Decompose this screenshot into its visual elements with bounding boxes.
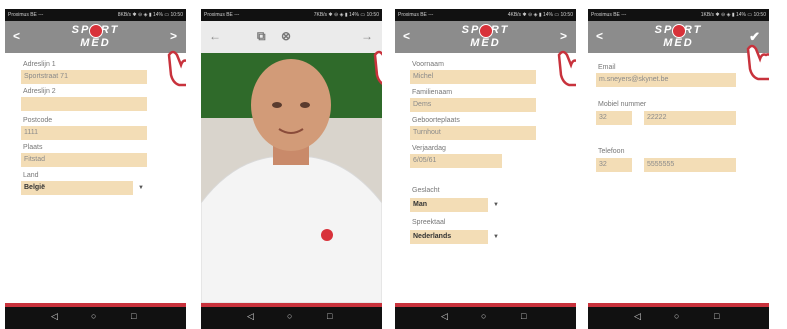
status-icons: 8KB/s ✱ ⊖ ◈ ▮ 14% ▭ 10:50 bbox=[117, 12, 183, 18]
status-bar: Proximus BE --- 7KB/s ✱ ⊖ ◈ ▮ 14% ▭ 10:5… bbox=[201, 9, 382, 21]
email-field[interactable]: m.sneyers@skynet.be bbox=[596, 73, 736, 87]
home-nav-icon[interactable]: ○ bbox=[674, 311, 679, 321]
carrier-text: Proximus BE --- bbox=[204, 12, 240, 18]
sportmed-logo: SPORT MED bbox=[647, 24, 711, 50]
caret-down-icon[interactable]: ▼ bbox=[493, 234, 499, 240]
recents-nav-icon[interactable]: □ bbox=[131, 311, 136, 321]
android-nav-bar: ◁ ○ □ bbox=[5, 307, 186, 329]
status-icons: 7KB/s ✱ ⊖ ◈ ▮ 14% ▭ 10:50 bbox=[313, 12, 379, 18]
last-name-field[interactable]: Dems bbox=[410, 98, 536, 112]
phone-screen-photo: Proximus BE --- 7KB/s ✱ ⊖ ◈ ▮ 14% ▭ 10:5… bbox=[201, 9, 382, 329]
last-name-label: Familienaam bbox=[412, 89, 453, 96]
app-bar: < SPORT MED > bbox=[5, 21, 186, 53]
gender-select[interactable]: Man bbox=[410, 198, 488, 212]
pointing-hand-icon bbox=[167, 50, 186, 87]
status-bar: Proximus BE --- 4KB/s ✱ ⊖ ◈ ▮ 14% ▭ 10:5… bbox=[395, 9, 576, 21]
carrier-text: Proximus BE --- bbox=[8, 12, 44, 18]
status-icons: 4KB/s ✱ ⊖ ◈ ▮ 14% ▭ 10:50 bbox=[507, 12, 573, 18]
language-label: Spreektaal bbox=[412, 219, 446, 226]
logo-badge bbox=[88, 24, 103, 38]
birthplace-label: Geboorteplaats bbox=[412, 117, 460, 124]
email-label: Email bbox=[598, 64, 616, 71]
phone-number-field[interactable]: 5555555 bbox=[644, 158, 736, 172]
home-nav-icon[interactable]: ○ bbox=[287, 311, 292, 321]
home-nav-icon[interactable]: ○ bbox=[91, 311, 96, 321]
first-name-label: Voornaam bbox=[412, 61, 444, 68]
birthplace-field[interactable]: Turnhout bbox=[410, 126, 536, 140]
chevron-left-icon[interactable]: < bbox=[403, 29, 410, 43]
address-line1-label: Adreslijn 1 bbox=[23, 61, 56, 68]
chevron-right-icon[interactable]: > bbox=[560, 29, 567, 43]
phone-screen-address: Proximus BE --- 8KB/s ✱ ⊖ ◈ ▮ 14% ▭ 10:5… bbox=[5, 9, 186, 329]
mobile-number-field[interactable]: 22222 bbox=[644, 111, 736, 125]
pointing-hand-icon bbox=[746, 44, 769, 81]
personal-form: Voornaam Michel Familienaam Dems Geboort… bbox=[395, 53, 576, 303]
city-field[interactable]: Fitstad bbox=[21, 153, 147, 167]
recents-nav-icon[interactable]: □ bbox=[327, 311, 332, 321]
carrier-text: Proximus BE --- bbox=[591, 12, 627, 18]
city-label: Plaats bbox=[23, 144, 43, 151]
chevron-right-icon[interactable]: > bbox=[170, 29, 177, 43]
arrow-left-icon[interactable]: ← bbox=[209, 29, 221, 43]
phone-prefix-field[interactable]: 32 bbox=[596, 158, 632, 172]
country-select[interactable]: België bbox=[21, 181, 133, 195]
back-nav-icon[interactable]: ◁ bbox=[441, 311, 448, 322]
birthday-field[interactable]: 6/05/61 bbox=[410, 154, 502, 168]
pointing-hand-icon bbox=[557, 50, 576, 87]
postcode-field[interactable]: 1111 bbox=[21, 126, 147, 140]
photo-toolbar: ← ⧉ ⊗ → bbox=[201, 21, 382, 53]
chevron-left-icon[interactable]: < bbox=[13, 29, 20, 43]
mobile-label: Mobiel nummer bbox=[598, 101, 647, 108]
profile-photo[interactable] bbox=[201, 53, 382, 303]
logo-badge bbox=[671, 24, 686, 38]
language-select[interactable]: Nederlands bbox=[410, 230, 488, 244]
phone-screen-contact: Proximus BE --- 1KB/s ✱ ⊖ ◈ ▮ 14% ▭ 10:5… bbox=[588, 9, 769, 329]
carrier-text: Proximus BE --- bbox=[398, 12, 434, 18]
back-nav-icon[interactable]: ◁ bbox=[51, 311, 58, 322]
android-nav-bar: ◁ ○ □ bbox=[395, 307, 576, 329]
android-nav-bar: ◁ ○ □ bbox=[201, 307, 382, 329]
app-bar: < SPORT MED ✔ bbox=[588, 21, 769, 53]
gender-label: Geslacht bbox=[412, 187, 440, 194]
mobile-prefix-field[interactable]: 32 bbox=[596, 111, 632, 125]
chevron-left-icon[interactable]: < bbox=[596, 29, 603, 43]
arrow-right-icon[interactable]: → bbox=[361, 29, 373, 43]
portrait-image bbox=[201, 59, 382, 303]
caret-down-icon[interactable]: ▼ bbox=[138, 185, 144, 191]
home-nav-icon[interactable]: ○ bbox=[481, 311, 486, 321]
phone-screen-personal: Proximus BE --- 4KB/s ✱ ⊖ ◈ ▮ 14% ▭ 10:5… bbox=[395, 9, 576, 329]
address-line1-field[interactable]: Sportstraat 71 bbox=[21, 70, 147, 84]
status-icons: 1KB/s ✱ ⊖ ◈ ▮ 14% ▭ 10:50 bbox=[700, 12, 766, 18]
status-bar: Proximus BE --- 8KB/s ✱ ⊖ ◈ ▮ 14% ▭ 10:5… bbox=[5, 9, 186, 21]
contact-form: Email m.sneyers@skynet.be Mobiel nummer … bbox=[588, 53, 769, 303]
back-nav-icon[interactable]: ◁ bbox=[247, 311, 254, 322]
address-form: Adreslijn 1 Sportstraat 71 Adreslijn 2 P… bbox=[5, 53, 186, 303]
recents-nav-icon[interactable]: □ bbox=[714, 311, 719, 321]
status-bar: Proximus BE --- 1KB/s ✱ ⊖ ◈ ▮ 14% ▭ 10:5… bbox=[588, 9, 769, 21]
sportmed-logo: SPORT MED bbox=[454, 24, 518, 50]
address-line2-label: Adreslijn 2 bbox=[23, 88, 56, 95]
gallery-icon[interactable]: ⧉ bbox=[257, 29, 266, 44]
address-line2-field[interactable] bbox=[21, 97, 147, 111]
birthday-label: Verjaardag bbox=[412, 145, 446, 152]
first-name-field[interactable]: Michel bbox=[410, 70, 536, 84]
postcode-label: Postcode bbox=[23, 117, 53, 124]
phone-label: Telefoon bbox=[598, 148, 625, 155]
back-nav-icon[interactable]: ◁ bbox=[634, 311, 641, 322]
logo-badge bbox=[478, 24, 493, 38]
android-nav-bar: ◁ ○ □ bbox=[588, 307, 769, 329]
recents-nav-icon[interactable]: □ bbox=[521, 311, 526, 321]
sportmed-logo: SPORT MED bbox=[64, 24, 128, 50]
app-bar: < SPORT MED > bbox=[395, 21, 576, 53]
caret-down-icon[interactable]: ▼ bbox=[493, 202, 499, 208]
remove-icon[interactable]: ⊗ bbox=[281, 29, 291, 43]
country-label: Land bbox=[23, 172, 39, 179]
pointing-hand-icon bbox=[373, 50, 382, 85]
